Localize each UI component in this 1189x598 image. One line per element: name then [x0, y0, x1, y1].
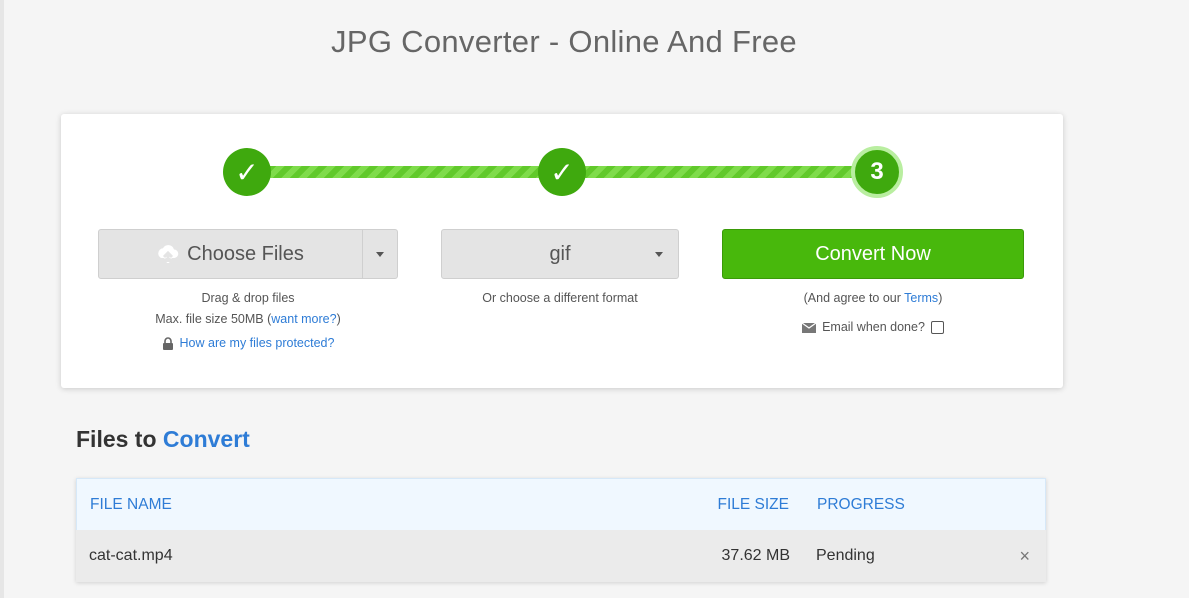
convert-now-button[interactable]: Convert Now — [722, 229, 1024, 279]
want-more-link[interactable]: want more? — [271, 312, 336, 326]
step-3-current: 3 — [851, 146, 903, 198]
files-table: FILE NAME FILE SIZE PROGRESS cat-cat.mp4… — [76, 478, 1046, 582]
max-size-text: Max. file size 50MB (want more?) — [155, 312, 341, 326]
table-header: FILE NAME FILE SIZE PROGRESS — [76, 478, 1046, 530]
caret-down-icon — [376, 251, 384, 257]
step-2-complete: ✓ — [538, 148, 586, 196]
file-name: cat-cat.mp4 — [89, 547, 173, 564]
page-title: JPG Converter - Online And Free — [331, 24, 797, 59]
files-protected-link[interactable]: How are my files protected? — [180, 333, 335, 354]
column-progress: PROGRESS — [817, 496, 905, 513]
format-hint: Or choose a different format — [482, 291, 638, 305]
file-size: 37.62 MB — [721, 547, 790, 564]
choose-files-label: Choose Files — [187, 242, 304, 265]
choose-files-button[interactable]: Choose Files — [99, 230, 363, 278]
file-progress: Pending — [816, 547, 875, 564]
lock-icon — [162, 337, 173, 350]
format-select[interactable]: gif — [441, 229, 679, 279]
files-heading: Files to Convert — [76, 426, 250, 452]
choose-files-group: Choose Files — [98, 229, 398, 279]
cloud-upload-icon — [158, 245, 179, 263]
protect-row: How are my files protected? — [98, 333, 398, 354]
converter-card: ✓ ✓ 3 Choose Files gif Convert Now Drag … — [61, 114, 1063, 388]
table-row: cat-cat.mp4 37.62 MB Pending × — [76, 530, 1046, 582]
terms-text: (And agree to our Terms) — [803, 291, 943, 305]
email-checkbox[interactable] — [930, 321, 944, 334]
step-1-complete: ✓ — [223, 148, 271, 196]
convert-hints: (And agree to our Terms) Email when done… — [722, 288, 1024, 338]
column-file-size: FILE SIZE — [717, 496, 790, 513]
remove-file-icon[interactable]: × — [1019, 530, 1030, 582]
caret-down-icon — [655, 252, 663, 257]
terms-link[interactable]: Terms — [904, 291, 938, 305]
format-value: gif — [549, 242, 571, 265]
column-file-name: FILE NAME — [90, 496, 172, 513]
email-label: Email when done? — [822, 320, 925, 334]
email-row: Email when done? — [722, 317, 1024, 338]
upload-hints: Drag & drop files Max. file size 50MB (w… — [98, 288, 398, 354]
drag-drop-text: Drag & drop files — [201, 291, 295, 305]
envelope-icon — [802, 322, 817, 333]
choose-files-dropdown[interactable] — [363, 230, 397, 278]
